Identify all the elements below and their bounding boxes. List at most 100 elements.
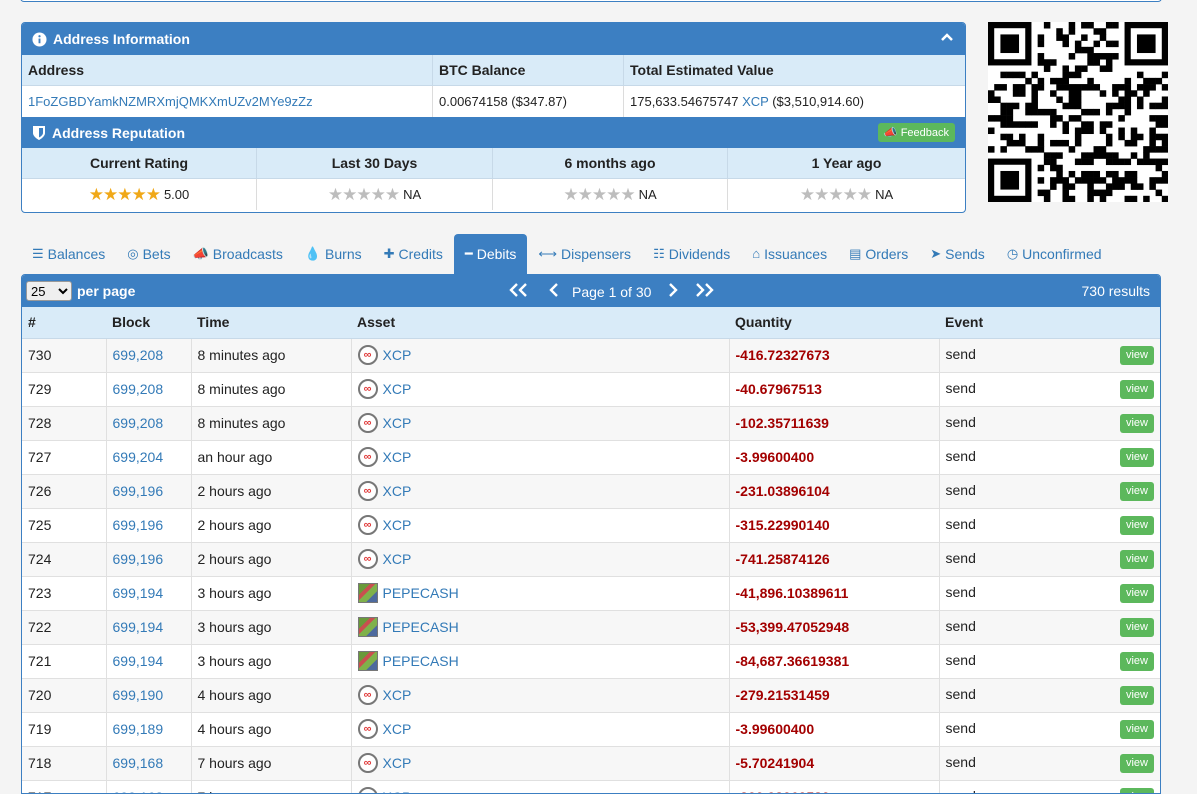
view-button[interactable]: view [1120,652,1154,671]
event-type: send [946,652,976,668]
table-row: 719699,1894 hours ago∞XCP-3.99600400send… [22,712,1160,746]
block-link[interactable]: 699,194 [113,653,164,669]
view-button[interactable]: view [1120,414,1154,433]
rep-1-year-cell: ★★★★★NA [728,179,965,210]
view-button[interactable]: view [1120,550,1154,569]
event-cell: send view [939,542,1160,576]
address-link[interactable]: 1FoZGBDYamkNZMRXmjQMKXmUZv2MYe9zZz [28,94,313,109]
block-link[interactable]: 699,194 [113,619,164,635]
tab-debits[interactable]: ━Debits [454,234,528,274]
asset-cell: PEPECASH [351,610,729,644]
block-link[interactable]: 699,168 [113,789,164,794]
tab-label: Unconfirmed [1022,234,1101,274]
row-number: 717 [22,780,106,794]
view-button[interactable]: view [1120,448,1154,467]
time-cell: 8 minutes ago [191,406,351,440]
asset-link[interactable]: XCP [383,789,412,794]
view-button[interactable]: view [1120,380,1154,399]
block-link[interactable]: 699,208 [113,347,164,363]
table-row: 728699,2088 minutes ago∞XCP-102.35711639… [22,406,1160,440]
rep-6-months-cell: ★★★★★NA [493,179,728,210]
address-info-table: Address BTC Balance Total Estimated Valu… [22,55,965,117]
block-link[interactable]: 699,190 [113,687,164,703]
feedback-button[interactable]: 📣 Feedback [878,123,955,142]
event-type: send [946,550,976,566]
tab-sends[interactable]: ➤Sends [919,234,996,274]
reputation-table: Current Rating Last 30 Days 6 months ago… [22,148,965,210]
asset-cell: ∞XCP [351,678,729,712]
page-indicator: Page 1 of 30 [572,284,651,300]
total-value-asset-link[interactable]: XCP [742,94,769,109]
block-cell: 699,189 [106,712,191,746]
view-button[interactable]: view [1120,618,1154,637]
asset-link[interactable]: XCP [383,551,412,567]
view-button[interactable]: view [1120,516,1154,535]
block-link[interactable]: 699,208 [113,381,164,397]
table-row: 725699,1962 hours ago∞XCP-315.22990140se… [22,508,1160,542]
block-link[interactable]: 699,196 [113,551,164,567]
asset-link[interactable]: XCP [383,517,412,533]
tab-unconfirmed[interactable]: ◷Unconfirmed [996,234,1113,274]
asset-link[interactable]: PEPECASH [383,585,459,601]
address-info-header[interactable]: Address Information [22,23,965,55]
table-row: 717699,1687 hours ago∞XCP-200.93060580se… [22,780,1160,794]
view-button[interactable]: view [1120,754,1154,773]
asset-link[interactable]: XCP [383,415,412,431]
asset-link[interactable]: XCP [383,721,412,737]
asset-link[interactable]: XCP [383,687,412,703]
view-button[interactable]: view [1120,346,1154,365]
view-button[interactable]: view [1120,788,1154,794]
tab-credits[interactable]: ✚Credits [373,234,454,274]
view-button[interactable]: view [1120,482,1154,501]
block-link[interactable]: 699,204 [113,449,164,465]
asset-cell: ∞XCP [351,372,729,406]
event-type: send [946,720,976,736]
tab-broadcasts[interactable]: 📣Broadcasts [182,234,294,274]
per-page-select[interactable]: 25 [26,281,72,301]
tab-label: Debits [477,234,517,274]
block-cell: 699,168 [106,746,191,780]
tab-bets[interactable]: ◎Bets [116,234,181,274]
block-link[interactable]: 699,196 [113,517,164,533]
tab-burns[interactable]: 💧Burns [294,234,373,274]
shield-icon [32,125,46,141]
rep-current-cell: ★★★★★5.00 [22,179,257,210]
asset-link[interactable]: XCP [383,483,412,499]
col-header-quantity: Quantity [729,307,939,338]
asset-link[interactable]: XCP [383,347,412,363]
last-page-icon[interactable] [693,282,715,301]
asset-link[interactable]: XCP [383,381,412,397]
tab-issuances[interactable]: ⌂Issuances [741,234,838,274]
tab-orders[interactable]: ▤Orders [838,234,919,274]
view-button[interactable]: view [1120,686,1154,705]
quantity-cell: -53,399.47052948 [729,610,939,644]
asset-link[interactable]: XCP [383,755,412,771]
event-type: send [946,584,976,600]
prev-page-icon[interactable] [548,282,560,301]
block-link[interactable]: 699,168 [113,755,164,771]
asset-link[interactable]: PEPECASH [383,619,459,635]
asset-link[interactable]: XCP [383,449,412,465]
first-page-icon[interactable] [508,282,530,301]
tab-balances[interactable]: ☰Balances [21,234,116,274]
block-link[interactable]: 699,196 [113,483,164,499]
row-number: 723 [22,576,106,610]
view-button[interactable]: view [1120,720,1154,739]
block-link[interactable]: 699,189 [113,721,164,737]
tab-dividends[interactable]: ☷Dividends [642,234,741,274]
view-button[interactable]: view [1120,584,1154,603]
table-row: 720699,1904 hours ago∞XCP-279.21531459se… [22,678,1160,712]
rep-header-6-months: 6 months ago [493,148,728,179]
block-link[interactable]: 699,194 [113,585,164,601]
table-row: 726699,1962 hours ago∞XCP-231.03896104se… [22,474,1160,508]
event-cell: sendview [939,440,1160,474]
block-link[interactable]: 699,208 [113,415,164,431]
tab-dispensers[interactable]: ⟷Dispensers [527,234,642,274]
asset-link[interactable]: PEPECASH [383,653,459,669]
asset-cell: ∞XCP [351,440,729,474]
collapse-chevron-icon[interactable] [941,31,953,45]
rep-header-1-year: 1 Year ago [728,148,965,179]
bank-icon: ⌂ [752,234,760,274]
fire-icon: 💧 [305,234,321,274]
next-page-icon[interactable] [667,282,679,301]
